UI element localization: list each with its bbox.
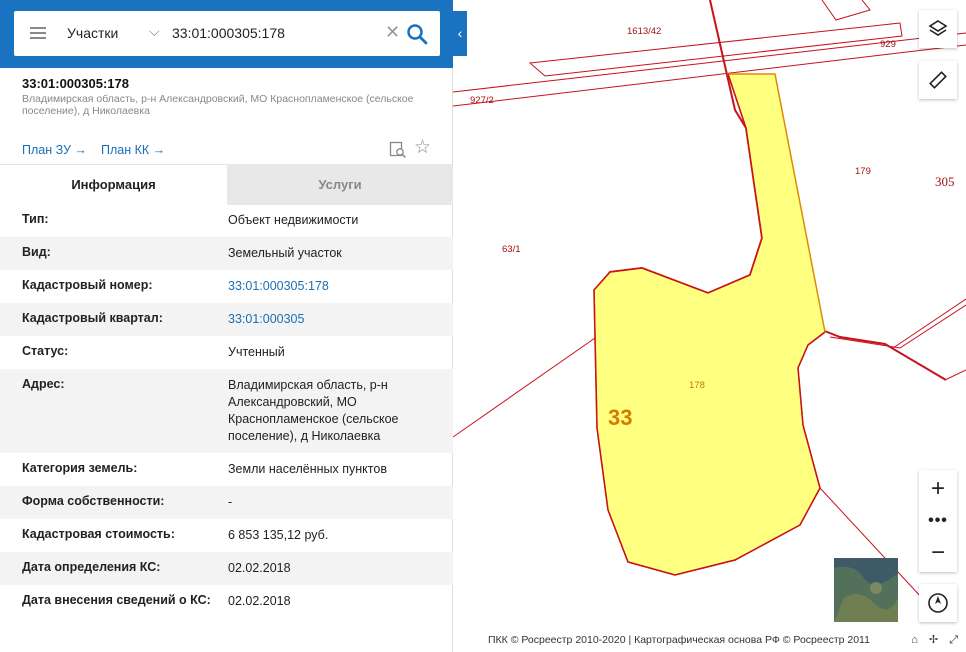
map-label-178: 178 (689, 380, 705, 391)
table-row: Кадастровая стоимость: 6 853 135,12 руб. (0, 519, 453, 552)
row-value: Объект недвижимости (228, 213, 359, 227)
row-value: 02.02.2018 (228, 594, 291, 608)
zoom-out-button[interactable]: − (919, 534, 957, 572)
row-key: Форма собственности: (22, 494, 165, 508)
ruler-icon (929, 71, 947, 89)
search-type-select[interactable]: Участки (67, 25, 118, 41)
cadastral-number-link[interactable]: 33:01:000305:178 (228, 278, 428, 295)
map-label-63-1: 63/1 (502, 244, 521, 255)
plan-kk-link[interactable]: План КК → (101, 143, 165, 157)
tab-information[interactable]: Информация (0, 165, 227, 205)
map-label-929: 929 (880, 39, 896, 50)
home-icon[interactable]: ⌂ (911, 634, 918, 646)
more-icon[interactable]: ••• (919, 508, 957, 534)
table-row: Тип: Объект недвижимости (0, 204, 453, 237)
star-icon[interactable]: ☆ (414, 138, 431, 158)
crosshair-icon[interactable]: ✢ (929, 634, 938, 646)
layers-icon (928, 20, 948, 36)
expand-icon[interactable]: ⤢ (949, 634, 958, 646)
document-search-icon[interactable] (389, 141, 407, 159)
locate-button[interactable] (919, 584, 957, 622)
table-row: Форма собственности: - (0, 486, 453, 519)
row-key: Вид: (22, 245, 51, 259)
row-value: Учтенный (228, 345, 285, 359)
table-row: Кадастровый номер: 33:01:000305:178 (0, 270, 453, 303)
clear-icon[interactable]: ✕ (385, 22, 400, 43)
map-label-305: 305 (935, 174, 955, 189)
map-label-1613-42: 1613/42 (627, 26, 661, 37)
search-icon[interactable] (406, 23, 428, 45)
menu-icon[interactable] (30, 27, 46, 39)
map-label-927-2: 927/2 (470, 95, 494, 106)
row-value: 6 853 135,12 руб. (228, 528, 329, 542)
row-key: Кадастровая стоимость: (22, 527, 175, 541)
satellite-thumbnail-icon (834, 558, 898, 622)
search-input[interactable]: 33:01:000305:178 (172, 25, 285, 41)
plan-zu-link[interactable]: План ЗУ → (22, 143, 87, 157)
info-panel: Участки ⌵ 33:01:000305:178 ✕ 33:01:00030… (0, 0, 453, 652)
table-row: Дата определения КС: 02.02.2018 (0, 552, 453, 585)
search-box: Участки ⌵ 33:01:000305:178 ✕ (14, 11, 440, 56)
row-value: Владимирская область, р-н Александровски… (228, 378, 399, 443)
table-row: Дата внесения сведений о КС: 02.02.2018 (0, 585, 453, 618)
row-value: - (228, 495, 233, 509)
map-label-33: 33 (608, 405, 632, 430)
table-row: Вид: Земельный участок (0, 237, 453, 270)
row-key: Адрес: (22, 377, 65, 391)
tab-services[interactable]: Услуги (227, 165, 453, 205)
table-row: Кадастровый квартал: 33:01:000305 (0, 303, 453, 336)
map-label-179: 179 (855, 166, 871, 177)
row-value: Земельный участок (228, 246, 342, 260)
collapse-panel-button[interactable]: ‹ (453, 11, 467, 56)
zoom-control: + ••• − (919, 470, 957, 572)
search-bar: Участки ⌵ 33:01:000305:178 ✕ (0, 0, 453, 68)
measure-button[interactable] (919, 61, 957, 99)
row-key: Дата внесения сведений о КС: (22, 593, 211, 607)
zoom-in-button[interactable]: + (919, 470, 957, 508)
row-key: Кадастровый номер: (22, 278, 153, 292)
attribution-bar: ПКК © Росреестр 2010-2020 | Картографиче… (456, 630, 966, 650)
row-key: Дата определения КС: (22, 560, 161, 574)
layers-button[interactable] (919, 10, 957, 48)
selected-parcel-178[interactable] (593, 73, 826, 576)
chevron-down-icon[interactable]: ⌵ (149, 23, 160, 40)
row-key: Тип: (22, 212, 49, 226)
attribution-text: ПКК © Росреестр 2010-2020 | Картографиче… (488, 634, 870, 646)
object-address: Владимирская область, р-н Александровски… (22, 93, 414, 117)
object-title: 33:01:000305:178 (22, 76, 129, 91)
parcel-1613-42[interactable] (528, 22, 903, 77)
row-key: Категория земель: (22, 461, 138, 475)
cadastral-quarter-link[interactable]: 33:01:000305 (228, 311, 428, 328)
attributes-table: Тип: Объект недвижимости Вид: Земельный … (0, 204, 453, 618)
table-row: Адрес: Владимирская область, р-н Алексан… (0, 369, 453, 453)
table-row: Категория земель: Земли населённых пункт… (0, 453, 453, 486)
tab-bar: Информация Услуги (0, 164, 453, 205)
row-key: Кадастровый квартал: (22, 311, 163, 325)
row-value: 02.02.2018 (228, 561, 291, 575)
row-key: Статус: (22, 344, 69, 358)
row-value: Земли населённых пунктов (228, 462, 387, 476)
table-row: Статус: Учтенный (0, 336, 453, 369)
basemap-thumbnail[interactable] (834, 558, 898, 622)
compass-icon (928, 593, 948, 613)
